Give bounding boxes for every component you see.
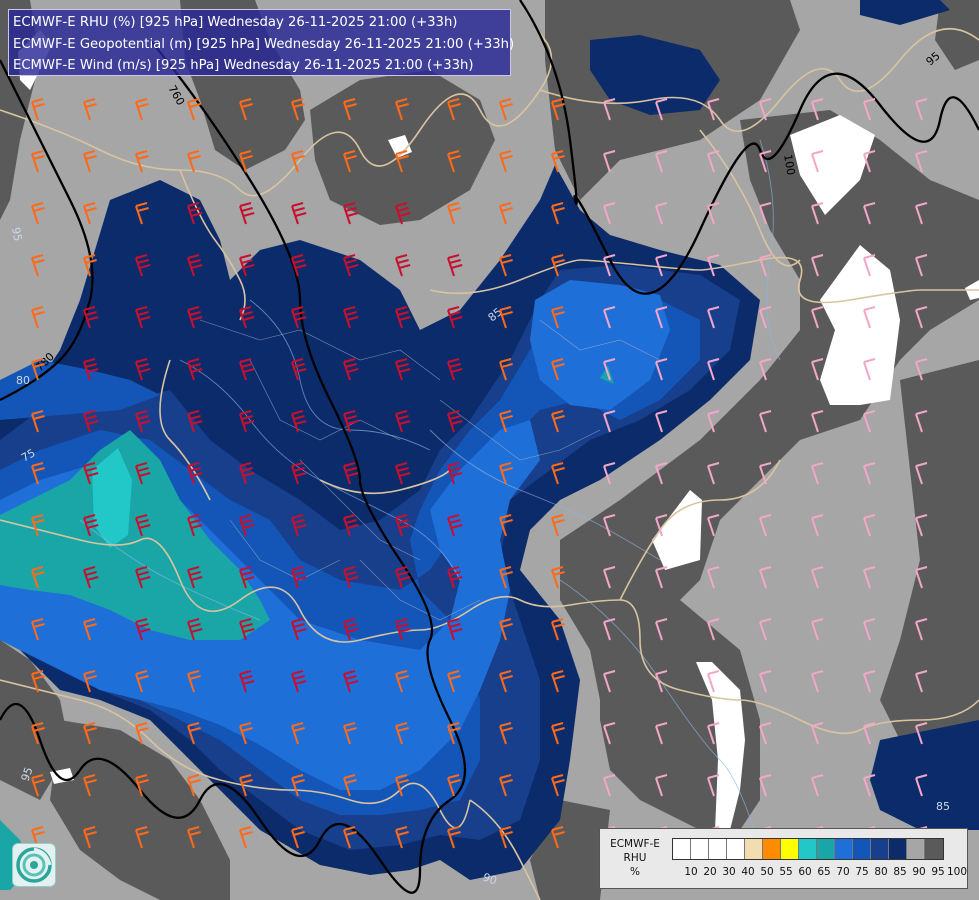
- legend-tick: 60: [798, 866, 812, 878]
- contour-label: 760: [165, 83, 187, 108]
- legend-swatch: [889, 839, 907, 859]
- wind-barb: [863, 670, 876, 693]
- legend-tick: 95: [931, 866, 945, 878]
- legend-swatch: [871, 839, 889, 859]
- weather-map-viewer: 780 760 100 95 95 80 75 85 95 85 90 ECMW…: [0, 0, 979, 900]
- legend-tick: 20: [703, 866, 717, 878]
- wind-barb: [187, 150, 201, 173]
- wind-barb: [239, 202, 255, 225]
- legend-tick: 100: [946, 866, 968, 878]
- legend-tick: 75: [855, 866, 869, 878]
- wind-barb: [863, 410, 876, 433]
- legend-unit: %: [630, 866, 640, 878]
- wind-barb: [551, 514, 565, 537]
- wind-barb: [135, 150, 149, 173]
- legend-swatch: [673, 839, 691, 859]
- color-legend: ECMWF-E RHU % 10 20 30 40 50 55 60 65 70 75 80 85 90…: [599, 828, 968, 889]
- wind-barb: [655, 150, 668, 173]
- legend-swatch: [799, 839, 817, 859]
- wind-barb: [759, 618, 772, 641]
- wind-barb: [31, 306, 45, 329]
- legend-tick: 85: [893, 866, 907, 878]
- legend-tick: 55: [779, 866, 793, 878]
- wind-barb: [135, 98, 149, 121]
- wind-barb: [759, 514, 772, 537]
- legend-swatch: [727, 839, 745, 859]
- humidity-label: 95: [9, 226, 24, 242]
- legend-tick: 80: [874, 866, 888, 878]
- legend-tick: 90: [912, 866, 926, 878]
- wind-barb: [603, 774, 616, 797]
- wind-barb: [83, 150, 97, 173]
- wind-barb: [759, 306, 772, 329]
- legend-tick: 40: [741, 866, 755, 878]
- title-humidity: ECMWF-E RHU (%) [925 hPa] Wednesday 26-1…: [13, 15, 458, 30]
- wind-barb: [499, 150, 513, 173]
- wind-barb: [655, 202, 668, 225]
- wind-barb: [811, 514, 824, 537]
- humidity-label: 85: [936, 800, 950, 813]
- legend-color-scale: [672, 838, 944, 860]
- wind-barb: [915, 150, 928, 173]
- wind-barb: [395, 254, 411, 277]
- wind-barb: [447, 202, 461, 225]
- legend-model-name: ECMWF-E: [610, 838, 660, 850]
- wind-barb: [707, 202, 720, 225]
- legend-swatch: [817, 839, 835, 859]
- map-title-panel: ECMWF-E RHU (%) [925 hPa] Wednesday 26-1…: [8, 9, 515, 76]
- ecmwf-logo: [12, 843, 56, 887]
- legend-tick-labels: 10 20 30 40 50 55 60 65 70 75 80 85 90 95 100: [672, 866, 967, 880]
- legend-swatch: [745, 839, 763, 859]
- wind-barb: [863, 618, 876, 641]
- wind-barb: [759, 722, 772, 745]
- legend-tick: 65: [817, 866, 831, 878]
- title-wind: ECMWF-E Wind (m/s) [925 hPa] Wednesday 2…: [13, 58, 474, 73]
- wind-barb: [239, 826, 253, 849]
- wind-barb: [863, 514, 876, 537]
- wind-barb: [499, 98, 513, 121]
- wind-barb: [863, 566, 876, 589]
- title-geopotential: ECMWF-E Geopotential (m) [925 hPa] Wedne…: [13, 36, 515, 52]
- wind-barb: [811, 774, 824, 797]
- legend-tick: 10: [684, 866, 698, 878]
- wind-barb: [447, 254, 463, 277]
- legend-swatch: [763, 839, 781, 859]
- wind-barb: [811, 670, 824, 693]
- legend-variable: RHU: [623, 852, 647, 864]
- wind-barb: [863, 462, 876, 485]
- wind-barb: [83, 98, 97, 121]
- legend-swatch: [907, 839, 925, 859]
- wind-barb: [499, 202, 513, 225]
- wind-barb: [759, 670, 772, 693]
- wind-barb: [915, 98, 928, 121]
- wind-barb: [759, 566, 772, 589]
- wind-barb: [759, 774, 772, 797]
- wind-barb: [811, 722, 824, 745]
- legend-swatch: [853, 839, 871, 859]
- wind-barb: [83, 202, 97, 225]
- legend-swatch: [781, 839, 799, 859]
- legend-tick: 50: [760, 866, 774, 878]
- humidity-label: 80: [16, 374, 30, 387]
- wind-barb: [31, 202, 45, 225]
- wind-barb: [811, 566, 824, 589]
- wind-barb: [707, 566, 720, 589]
- legend-swatch: [691, 839, 709, 859]
- wind-barb: [603, 202, 616, 225]
- contour-label: 95: [924, 49, 943, 68]
- legend-swatch: [925, 839, 943, 859]
- wind-barb: [31, 254, 45, 277]
- wind-barb: [291, 202, 307, 225]
- wind-barb: [863, 98, 876, 121]
- swirl-icon: [16, 847, 52, 883]
- humidity-map: 780 760 100 95 95 80 75 85 95 85 90: [0, 0, 979, 900]
- legend-swatch: [709, 839, 727, 859]
- legend-swatch: [835, 839, 853, 859]
- wind-barb: [31, 150, 45, 173]
- wind-barb: [811, 618, 824, 641]
- legend-tick: 30: [722, 866, 736, 878]
- wind-barb: [811, 462, 824, 485]
- wind-barb: [31, 98, 45, 121]
- legend-tick: 70: [836, 866, 850, 878]
